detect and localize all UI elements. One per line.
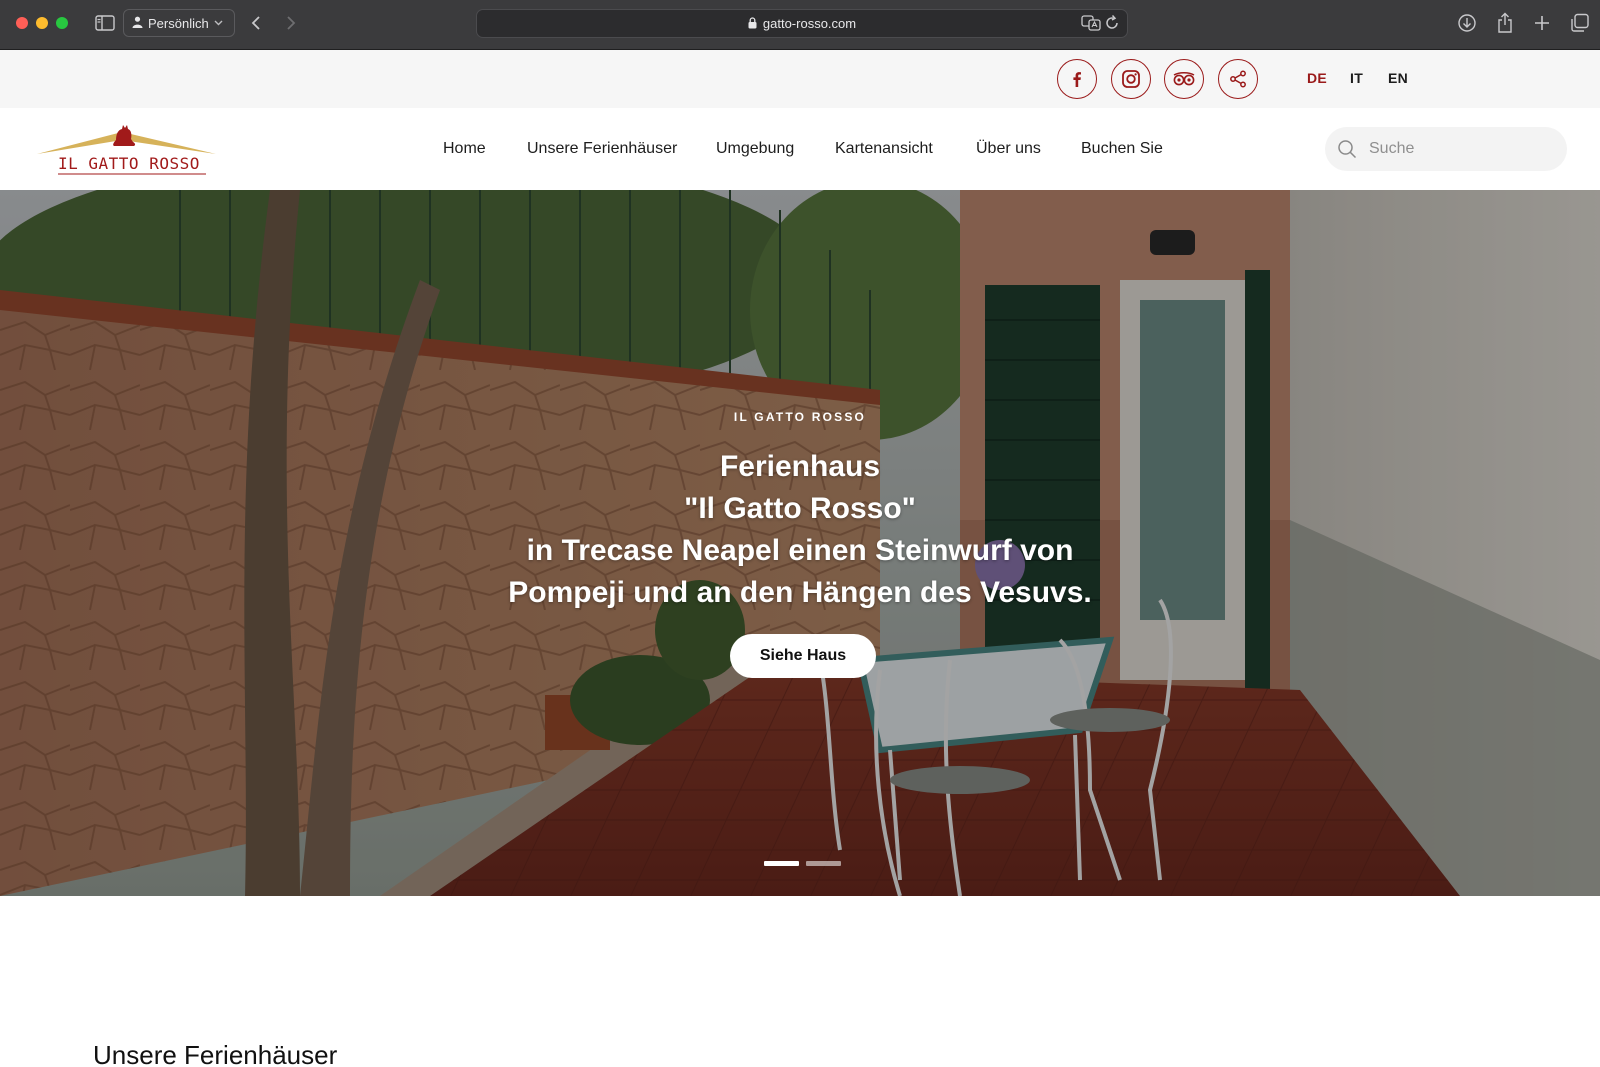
chevron-down-icon (214, 18, 223, 29)
instagram-icon (1122, 70, 1140, 88)
browser-toolbar: Persönlich gatto-rosso.com (0, 0, 1600, 50)
facebook-link[interactable] (1057, 59, 1097, 99)
nav-item-unsere-ferienhaeuser[interactable]: Unsere Ferienhäuser (527, 140, 677, 158)
slider-dot-2[interactable] (806, 861, 841, 866)
hero-slider: IL GATTO ROSSO Ferienhaus "Il Gatto Ross… (0, 190, 1600, 896)
translate-icon[interactable] (1081, 14, 1101, 37)
slider-dot-1[interactable] (764, 861, 799, 866)
hero-headline-line: "Il Gatto Rosso" (684, 492, 916, 525)
language-it[interactable]: IT (1350, 70, 1363, 86)
download-icon[interactable] (1455, 10, 1479, 36)
hero-eyebrow: IL GATTO ROSSO (733, 410, 867, 424)
nav-item-umgebung[interactable]: Umgebung (716, 140, 794, 158)
zoom-window-button[interactable] (56, 17, 68, 29)
url-text: gatto-rosso.com (762, 16, 857, 31)
language-de[interactable]: DE (1307, 70, 1327, 86)
sidebar-icon[interactable] (93, 10, 117, 36)
tripadvisor-icon (1173, 72, 1195, 86)
lock-icon (748, 17, 757, 32)
siehe-haus-button[interactable]: Siehe Haus (730, 634, 876, 678)
search-icon[interactable] (1337, 139, 1357, 164)
hero-headline-line: Pompeji und an den Hängen des Vesuvs. (508, 576, 1092, 609)
address-bar[interactable]: gatto-rosso.com (476, 9, 1128, 38)
site-header: IL GATTO ROSSO Home Unsere Ferienhäuser … (0, 108, 1600, 190)
facebook-icon (1073, 72, 1081, 87)
nav-item-home[interactable]: Home (443, 140, 486, 158)
reload-icon[interactable] (1104, 14, 1120, 37)
hero-headline-line: Ferienhaus (719, 450, 881, 483)
share-icon (1230, 70, 1246, 88)
logo-text: IL GATTO ROSSO (58, 154, 200, 173)
section-title-unsere-ferienhaeuser: Unsere Ferienhäuser (93, 1040, 338, 1067)
tab-overview-icon[interactable] (1568, 10, 1592, 36)
nav-item-ueber-uns[interactable]: Über uns (976, 140, 1041, 158)
share-icon[interactable] (1493, 10, 1517, 36)
instagram-link[interactable] (1111, 59, 1151, 99)
new-tab-icon[interactable] (1530, 10, 1554, 36)
top-utility-bar: DE IT EN (0, 50, 1600, 108)
person-icon (132, 16, 143, 31)
hero-headline-line: in Trecase Neapel einen Steinwurf von (526, 534, 1074, 567)
profile-label: Persönlich (148, 15, 209, 31)
url-display: gatto-rosso.com (477, 16, 1127, 32)
tripadvisor-link[interactable] (1164, 59, 1204, 99)
language-en[interactable]: EN (1388, 70, 1408, 86)
minimize-window-button[interactable] (36, 17, 48, 29)
nav-item-kartenansicht[interactable]: Kartenansicht (835, 140, 933, 158)
search-input[interactable] (1369, 136, 1549, 162)
nav-item-buchen-sie[interactable]: Buchen Sie (1081, 140, 1163, 158)
search-box[interactable] (1325, 127, 1567, 171)
forward-arrow-icon[interactable] (281, 10, 301, 36)
close-window-button[interactable] (16, 17, 28, 29)
back-arrow-icon[interactable] (246, 10, 266, 36)
site-logo[interactable]: IL GATTO ROSSO (36, 124, 218, 178)
hero-headline: Ferienhaus "Il Gatto Rosso" in Trecase N… (350, 446, 1250, 614)
hero-caption: IL GATTO ROSSO Ferienhaus "Il Gatto Ross… (0, 190, 1600, 896)
share-link[interactable] (1218, 59, 1258, 99)
profile-button[interactable]: Persönlich (123, 9, 235, 37)
